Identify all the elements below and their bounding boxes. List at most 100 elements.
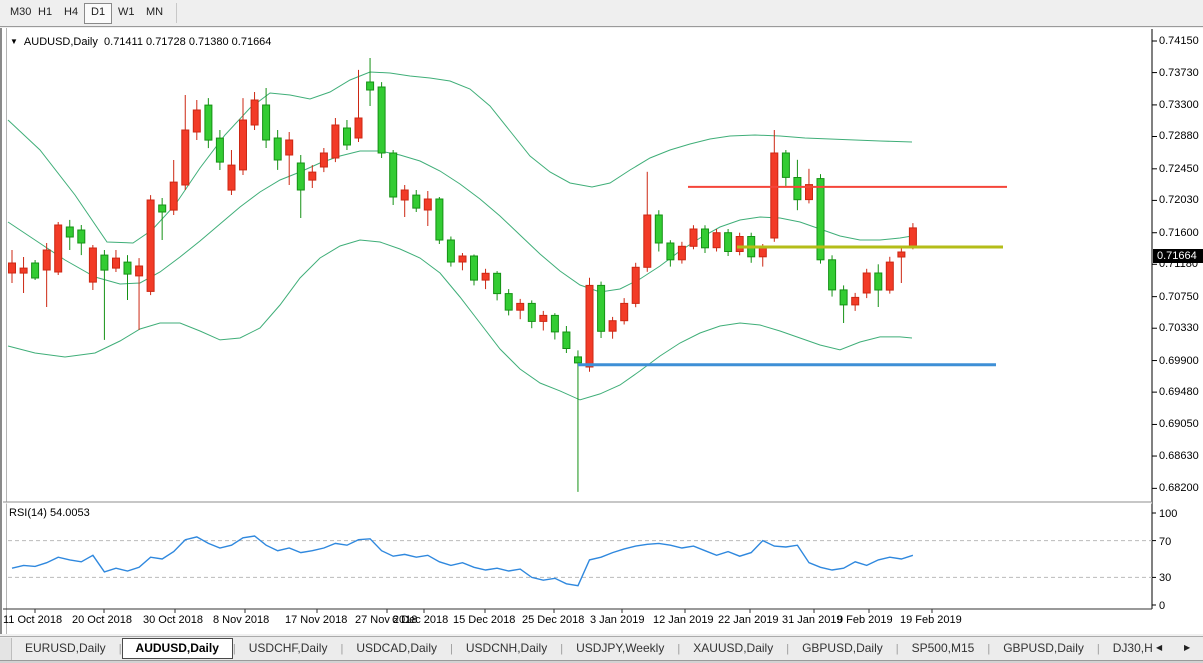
candle-body [251, 100, 258, 125]
candle-body [436, 199, 443, 240]
timeframe-button-h4[interactable]: H4 [58, 3, 84, 22]
candle-body [551, 315, 558, 332]
price-axis-label: 0.72030 [1159, 194, 1199, 206]
rsi-axis-label: 0 [1159, 600, 1165, 612]
candle-body [725, 233, 732, 252]
chart-tab-usdchf-daily[interactable]: USDCHF,Daily [236, 638, 341, 658]
date-axis-label: 31 Jan 2019 [782, 614, 843, 626]
chart-tab-usdcnh-daily[interactable]: USDCNH,Daily [453, 638, 560, 658]
date-axis-label: 17 Nov 2018 [285, 614, 347, 626]
chart-tab-sp500-m15[interactable]: SP500,M15 [899, 638, 988, 658]
candle-body [78, 230, 85, 243]
price-axis-label: 0.72450 [1159, 163, 1199, 175]
tab-scroll-right-icon[interactable]: ▶ [1184, 643, 1190, 652]
chart-tab-dj30-h4[interactable]: DJ30,H4 [1100, 638, 1152, 658]
candle-body [401, 190, 408, 200]
candle-body [136, 266, 143, 276]
candle-body [505, 294, 512, 311]
rsi-indicator-label: RSI(14) 54.0053 [9, 507, 90, 519]
chart-ohlc-values: 0.71411 0.71728 0.71380 0.71664 [104, 36, 271, 48]
candle-body [875, 273, 882, 290]
candle-body [113, 258, 120, 268]
trading-platform-window: M30H1H4D1W1MN ▼AUDUSD,Daily 0.71411 0.71… [0, 0, 1203, 663]
candle-body [517, 303, 524, 310]
candle-body [32, 263, 39, 278]
candle-body [147, 200, 154, 291]
candle-body [101, 255, 108, 270]
bollinger-lower-band [8, 240, 912, 400]
candle-body [413, 195, 420, 208]
price-chart-canvas[interactable] [0, 28, 1203, 634]
timeframe-button-mn[interactable]: MN [140, 3, 169, 22]
timeframe-button-h1[interactable]: H1 [32, 3, 58, 22]
date-axis-label: 25 Dec 2018 [522, 614, 584, 626]
chart-tab-xauusd-daily[interactable]: XAUUSD,Daily [680, 638, 786, 658]
candle-body [193, 110, 200, 132]
chart-header: ▼AUDUSD,Daily 0.71411 0.71728 0.71380 0.… [10, 36, 271, 48]
timeframe-button-d1[interactable]: D1 [84, 3, 112, 24]
candle-body [228, 165, 235, 190]
chart-tab-gbpusd-daily[interactable]: GBPUSD,Daily [789, 638, 896, 658]
tab-scroll-left-icon[interactable]: ◀ [1156, 643, 1162, 652]
candle-body [43, 250, 50, 270]
candle-body [471, 256, 478, 280]
rsi-axis-label: 70 [1159, 536, 1171, 548]
price-axis-label: 0.71600 [1159, 227, 1199, 239]
timeframe-toolbar: M30H1H4D1W1MN [0, 0, 1203, 27]
price-axis-label: 0.70750 [1159, 291, 1199, 303]
chart-tab-usdcad-daily[interactable]: USDCAD,Daily [343, 638, 450, 658]
candle-body [55, 225, 62, 272]
candle-body [205, 105, 212, 140]
candle-body [575, 357, 582, 363]
price-axis-label: 0.74150 [1159, 35, 1199, 47]
candle-body [632, 267, 639, 303]
price-axis-label: 0.69900 [1159, 355, 1199, 367]
candle-body [829, 260, 836, 290]
candle-body [690, 229, 697, 246]
candle-body [424, 199, 431, 210]
date-axis-label: 6 Dec 2018 [392, 614, 448, 626]
candle-body [794, 178, 801, 200]
candle-body [66, 227, 73, 237]
candle-body [713, 233, 720, 248]
candle-body [367, 82, 374, 90]
chart-tab-audusd-daily[interactable]: AUDUSD,Daily [122, 638, 233, 659]
candle-body [898, 252, 905, 257]
candle-body [20, 268, 27, 273]
timeframe-button-w1[interactable]: W1 [112, 3, 141, 22]
chart-tab-bar: EURUSD,Daily|AUDUSD,Daily|USDCHF,Daily|U… [0, 636, 1203, 661]
candle-body [447, 240, 454, 262]
date-axis-label: 20 Oct 2018 [72, 614, 132, 626]
price-axis-label: 0.73730 [1159, 67, 1199, 79]
candle-body [771, 153, 778, 238]
date-axis-label: 30 Oct 2018 [143, 614, 203, 626]
chart-tab-gbpusd-daily[interactable]: GBPUSD,Daily [990, 638, 1097, 658]
date-axis-label: 12 Jan 2019 [653, 614, 714, 626]
current-price-tag: 0.71664 [1153, 249, 1203, 263]
collapse-indicator-icon[interactable]: ▼ [10, 37, 18, 46]
candle-body [621, 303, 628, 320]
candle-body [655, 215, 662, 243]
tab-bar-corner [0, 638, 12, 660]
candle-body [644, 215, 651, 267]
candle-body [309, 172, 316, 180]
candle-body [840, 290, 847, 305]
chart-tab-eurusd-daily[interactable]: EURUSD,Daily [12, 638, 119, 658]
candle-body [263, 105, 270, 140]
candle-body [736, 237, 743, 252]
candle-body [563, 332, 570, 349]
candle-body [782, 153, 789, 177]
candle-body [286, 140, 293, 155]
candle-body [182, 130, 189, 185]
candle-body [320, 153, 327, 167]
candle-body [494, 273, 501, 293]
candle-body [159, 205, 166, 212]
candle-body [702, 229, 709, 248]
candle-body [332, 125, 339, 158]
date-axis-label: 22 Jan 2019 [718, 614, 779, 626]
candle-body [863, 273, 870, 293]
rsi-axis-label: 30 [1159, 572, 1171, 584]
chart-tab-usdjpy-weekly[interactable]: USDJPY,Weekly [563, 638, 677, 658]
rsi-axis-label: 100 [1159, 508, 1177, 520]
candle-body [540, 315, 547, 321]
